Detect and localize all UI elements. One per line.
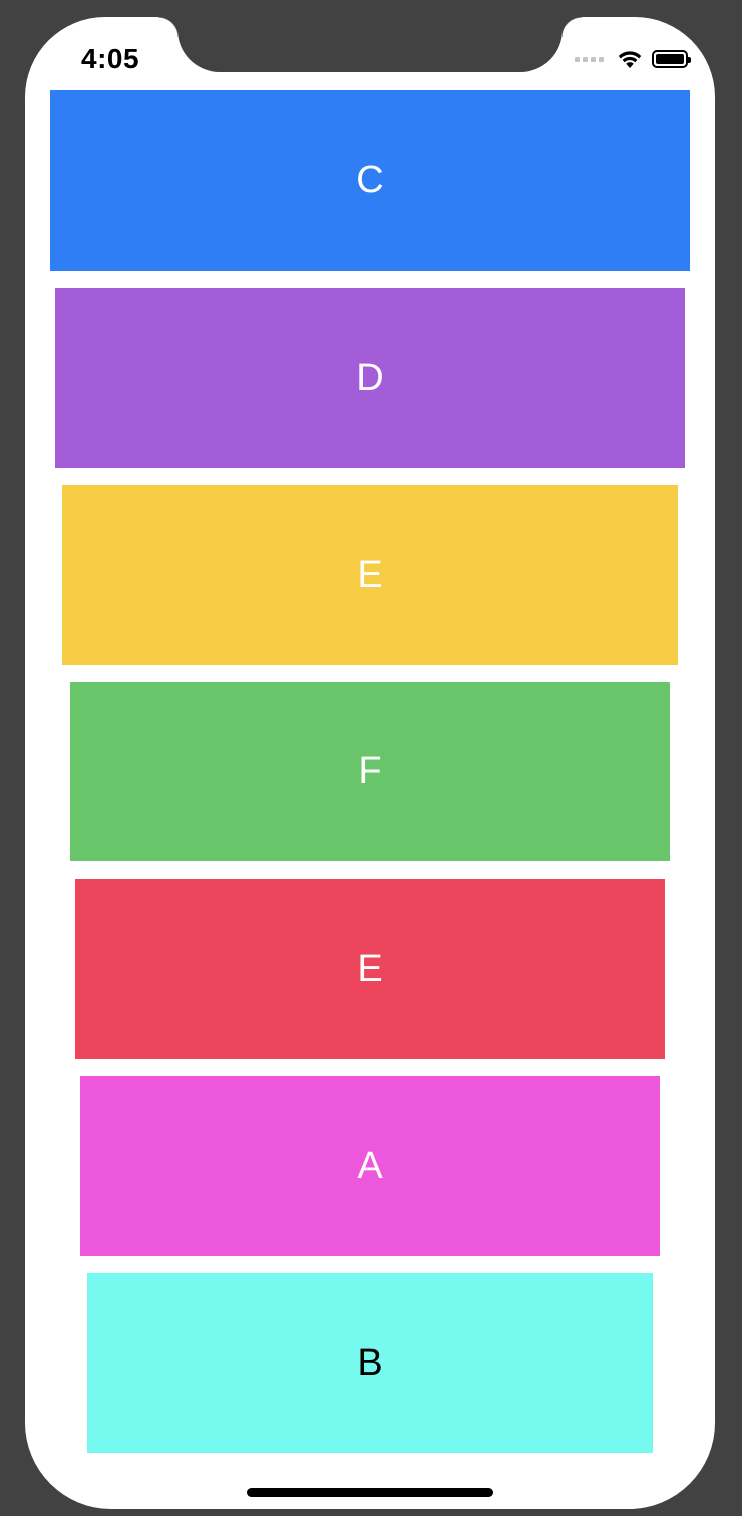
cellular-signal-icon <box>575 56 604 62</box>
card-f[interactable]: F <box>70 682 670 861</box>
card-c[interactable]: C <box>50 90 690 271</box>
battery-icon <box>652 50 691 68</box>
card-label: C <box>356 159 384 201</box>
card-label: E <box>357 947 383 990</box>
card-label: E <box>357 553 383 596</box>
home-indicator[interactable] <box>247 1488 493 1497</box>
card-b[interactable]: B <box>87 1273 653 1453</box>
phone-screen: 4:05 C D E F E A B <box>25 17 715 1509</box>
status-bar-icons <box>575 47 691 71</box>
wifi-icon <box>618 51 642 68</box>
status-bar-time: 4:05 <box>81 43 140 74</box>
card-label: B <box>357 1341 383 1384</box>
card-label: F <box>358 750 382 792</box>
device-notch <box>158 17 582 72</box>
card-d[interactable]: D <box>55 288 685 468</box>
card-e-2[interactable]: E <box>75 879 665 1059</box>
card-label: D <box>356 356 384 399</box>
card-a[interactable]: A <box>80 1076 660 1256</box>
card-label: A <box>357 1144 383 1187</box>
card-e[interactable]: E <box>62 485 678 665</box>
